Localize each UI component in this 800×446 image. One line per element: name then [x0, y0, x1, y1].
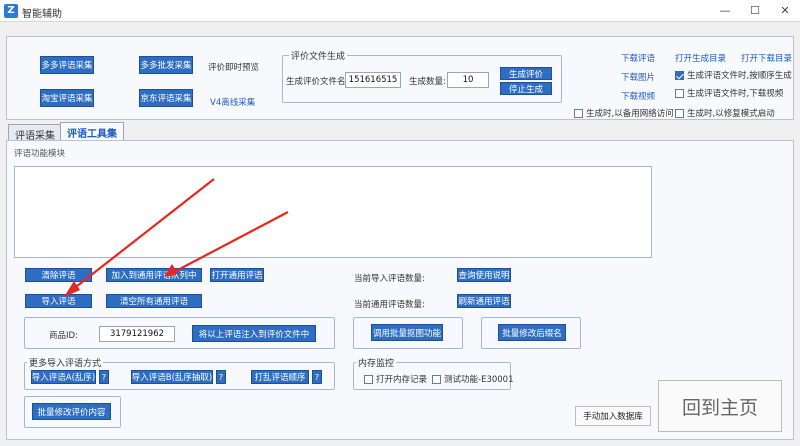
- gen-repair-mode-checkbox-box[interactable]: [675, 108, 684, 118]
- import-a-help-button[interactable]: ?: [99, 370, 109, 384]
- test-feature-checkbox[interactable]: 测试功能-E30001: [432, 373, 513, 385]
- tab-review-collect[interactable]: 评语采集: [8, 124, 62, 142]
- gen-backup-network-checkbox[interactable]: 生成时,以备用网络访问: [574, 107, 674, 119]
- count-input[interactable]: 10: [447, 72, 489, 88]
- gen-repair-mode-checkbox[interactable]: 生成时,以修复模式启动: [675, 107, 775, 119]
- clear-all-common-button[interactable]: 清空所有通用评语: [106, 294, 202, 308]
- tab-review-tools[interactable]: 评语工具集: [60, 122, 124, 141]
- refresh-common-button[interactable]: 刷新通用评语: [457, 294, 511, 308]
- maximize-button[interactable]: ☐: [740, 0, 770, 22]
- generate-group-title: 评价文件生成: [289, 49, 348, 62]
- duoduo-wholesale-button[interactable]: 多多批发采集: [139, 56, 193, 74]
- import-b-button[interactable]: 导入评语B(乱序抽取): [131, 370, 213, 384]
- filename-input[interactable]: 151616515: [345, 72, 401, 88]
- gen-order-checkbox-label: 生成评语文件时,按顺序生成: [687, 71, 792, 81]
- gen-backup-network-checkbox-label: 生成时,以备用网络访问: [586, 109, 674, 119]
- preview-label: 评价即时预览: [208, 63, 260, 73]
- gen-order-checkbox-box[interactable]: [675, 70, 684, 80]
- gen-order-checkbox[interactable]: 生成评语文件时,按顺序生成: [675, 69, 792, 81]
- open-common-button[interactable]: 打开通用评语: [210, 268, 264, 282]
- title-bar: Z 智能辅助 — ☐ ✕: [0, 0, 800, 22]
- gen-repair-mode-checkbox-label: 生成时,以修复模式启动: [687, 109, 775, 119]
- download-video-link[interactable]: 下载视频: [621, 90, 655, 102]
- current-import-label: 当前导入评语数量:: [354, 274, 425, 284]
- manual-add-db-button[interactable]: 手动加入数据库: [575, 406, 651, 426]
- inject-button[interactable]: 将以上评语注入到评价文件中: [192, 325, 316, 342]
- gen-backup-network-checkbox-box[interactable]: [574, 108, 583, 118]
- minimize-button[interactable]: —: [710, 0, 740, 22]
- add-to-queue-button[interactable]: 加入到通用评语队列中: [106, 268, 202, 282]
- module-title: 评语功能模块: [14, 149, 66, 159]
- clear-review-button[interactable]: 清除评语: [25, 268, 92, 282]
- test-feature-checkbox-box[interactable]: [432, 374, 441, 384]
- gen-download-video-checkbox[interactable]: 生成评语文件时,下载视频: [675, 87, 783, 99]
- generate-button[interactable]: 生成评价: [500, 67, 552, 80]
- open-download-dir-link[interactable]: 打开下载目录: [741, 52, 792, 64]
- open-memory-log-checkbox-box[interactable]: [364, 374, 373, 384]
- batch-edit-button[interactable]: 批量修改评价内容: [32, 403, 111, 420]
- gen-download-video-checkbox-box[interactable]: [675, 88, 684, 98]
- import-review-button[interactable]: 导入评语: [25, 294, 92, 308]
- current-common-label: 当前通用评语数量:: [354, 300, 425, 310]
- review-textarea[interactable]: [14, 166, 652, 258]
- download-images-link[interactable]: 下载图片: [621, 71, 655, 83]
- app-logo-icon: Z: [4, 4, 18, 18]
- view-help-button[interactable]: 查询使用说明: [457, 268, 511, 282]
- taobao-collect-button[interactable]: 淘宝评语采集: [40, 89, 94, 107]
- jd-collect-button[interactable]: 京东评语采集: [139, 89, 193, 107]
- batch-image-button[interactable]: 调用批量抠图功能: [371, 324, 443, 341]
- filename-label: 生成评价文件名:: [286, 77, 349, 87]
- back-home-button[interactable]: 回到主页: [658, 380, 782, 432]
- gen-download-video-checkbox-label: 生成评语文件时,下载视频: [687, 89, 784, 99]
- import-b-help-button[interactable]: ?: [216, 370, 226, 384]
- test-feature-checkbox-label: 测试功能-E30001: [444, 375, 514, 385]
- open-memory-log-checkbox[interactable]: 打开内存记录: [364, 373, 427, 385]
- import-a-button[interactable]: 导入评语A(乱序): [31, 370, 96, 384]
- product-id-label: 商品ID:: [49, 331, 78, 341]
- open-gen-dir-link[interactable]: 打开生成目录: [675, 52, 726, 64]
- duoduo-collect-button[interactable]: 多多评语采集: [40, 56, 94, 74]
- shuffle-button[interactable]: 打乱评语顺序: [251, 370, 309, 384]
- product-id-input[interactable]: 3179121962: [99, 326, 175, 342]
- stop-generate-button[interactable]: 停止生成: [500, 82, 552, 95]
- window-title: 智能辅助: [22, 9, 62, 20]
- close-button[interactable]: ✕: [770, 0, 800, 22]
- v4-offline-link[interactable]: V4离线采集: [210, 96, 255, 108]
- batch-rename-button[interactable]: 批量修改后缀名: [498, 324, 566, 341]
- shuffle-help-button[interactable]: ?: [312, 370, 322, 384]
- more-import-title: 更多导入评语方式: [27, 356, 104, 369]
- download-review-link[interactable]: 下载评语: [621, 52, 655, 64]
- open-memory-log-checkbox-label: 打开内存记录: [376, 375, 428, 385]
- count-label: 生成数量:: [409, 77, 446, 87]
- memory-group-title: 内存监控: [356, 356, 397, 369]
